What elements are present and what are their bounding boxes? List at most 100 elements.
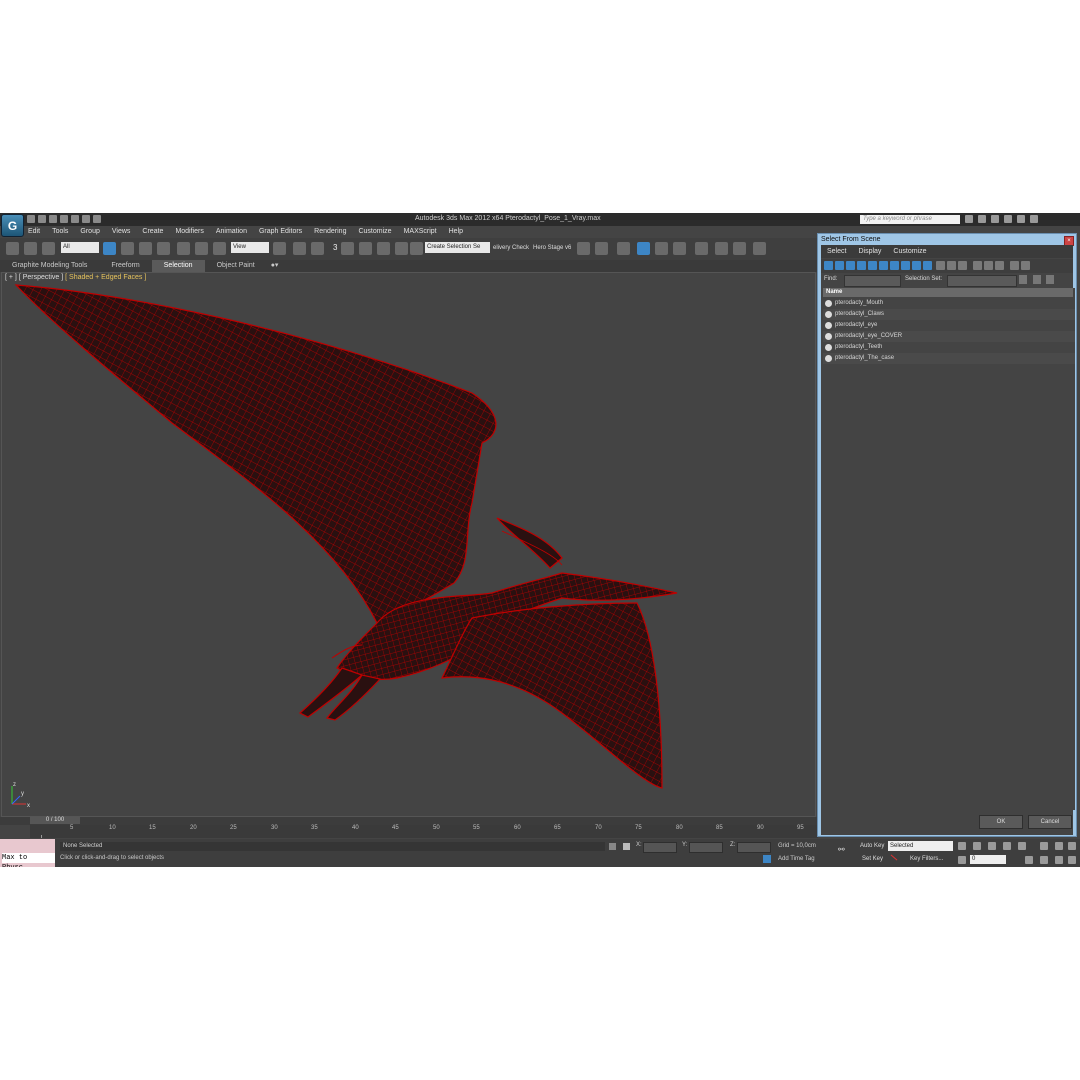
cancel-button[interactable]: Cancel	[1028, 815, 1072, 829]
percent-snap-icon[interactable]	[377, 242, 390, 255]
select-manipulate-icon[interactable]	[293, 242, 306, 255]
display-shapes-icon[interactable]	[835, 261, 844, 270]
play-icon[interactable]	[988, 842, 996, 850]
binoculars-icon[interactable]	[965, 215, 973, 223]
display-none-icon[interactable]	[947, 261, 956, 270]
help-icon[interactable]	[1004, 215, 1012, 223]
layer-manager-icon[interactable]	[617, 242, 630, 255]
reference-coordinate-dropdown[interactable]: View	[231, 242, 269, 253]
window-crossing-icon[interactable]	[157, 242, 170, 255]
close-icon[interactable]	[1030, 215, 1038, 223]
set-key-button[interactable]: Set Key	[862, 856, 883, 862]
scale-icon[interactable]	[213, 242, 226, 255]
menu-animation[interactable]: Animation	[210, 226, 253, 238]
align-icon[interactable]	[595, 242, 608, 255]
edit-named-selection-icon[interactable]	[410, 242, 423, 255]
dialog-menu-customize[interactable]: Customize	[887, 245, 932, 258]
maximize-viewport-icon[interactable]	[1068, 856, 1076, 864]
rectangular-region-icon[interactable]	[139, 242, 152, 255]
key-set-dropdown[interactable]: Selected	[888, 841, 953, 851]
delivery-check-label[interactable]: elivery Check	[493, 245, 529, 251]
open-file-icon[interactable]	[38, 215, 46, 223]
project-folder-icon[interactable]	[82, 215, 90, 223]
zoom-extents-icon[interactable]	[1068, 842, 1076, 850]
angle-snap-icon[interactable]	[359, 242, 372, 255]
minimize-icon[interactable]	[1017, 215, 1025, 223]
graphite-toggle-icon[interactable]	[637, 242, 650, 255]
workspace-icon[interactable]	[93, 215, 101, 223]
new-file-icon[interactable]	[27, 215, 35, 223]
time-slider-thumb[interactable]: 0 / 100	[30, 817, 80, 824]
display-bones-icon[interactable]	[912, 261, 921, 270]
hero-stage-label[interactable]: Hero Stage v6	[533, 245, 571, 251]
zoom-icon[interactable]	[1040, 842, 1048, 850]
communication-icon[interactable]	[978, 215, 986, 223]
select-none-icon[interactable]	[984, 261, 993, 270]
filter-icon[interactable]	[1010, 261, 1019, 270]
y-coord-field[interactable]	[689, 842, 723, 853]
dialog-menu-select[interactable]: Select	[821, 245, 852, 258]
render-teapot-icon[interactable]	[753, 242, 766, 255]
pterodactyl-wireframe[interactable]	[2, 273, 816, 817]
display-cameras-icon[interactable]	[857, 261, 866, 270]
schematic-view-icon[interactable]	[673, 242, 686, 255]
key-filters-button[interactable]: Key Filters...	[910, 856, 943, 862]
list-item[interactable]: pterodacty_Mouth	[823, 298, 1075, 309]
pivot-center-icon[interactable]	[273, 242, 286, 255]
display-spacewarps-icon[interactable]	[879, 261, 888, 270]
display-helpers-icon[interactable]	[868, 261, 877, 270]
menu-tools[interactable]: Tools	[46, 226, 74, 238]
favorites-star-icon[interactable]	[991, 215, 999, 223]
redo-icon[interactable]	[71, 215, 79, 223]
display-groups-icon[interactable]	[890, 261, 899, 270]
mirror-icon[interactable]	[577, 242, 590, 255]
list-item[interactable]: pterodactyl_eye_COVER	[823, 331, 1075, 342]
application-button[interactable]: G	[1, 214, 24, 237]
key-mode-toggle-icon[interactable]	[958, 856, 966, 864]
menu-group[interactable]: Group	[74, 226, 105, 238]
list-item[interactable]: pterodactyl_Claws	[823, 309, 1075, 320]
z-coord-field[interactable]	[737, 842, 771, 853]
ok-button[interactable]: OK	[979, 815, 1023, 829]
add-time-tag[interactable]: Add Time Tag	[778, 856, 815, 862]
filter-options-icon[interactable]	[1021, 261, 1030, 270]
x-coord-field[interactable]	[643, 842, 677, 853]
tab-selection[interactable]: Selection	[151, 260, 205, 272]
perspective-viewport[interactable]: [ + ] [ Perspective ] [ Shaded + Edged F…	[1, 272, 816, 817]
list-item[interactable]: pterodactyl_The_case	[823, 353, 1075, 364]
selection-set-dropdown[interactable]	[947, 275, 1017, 287]
menu-graph-editors[interactable]: Graph Editors	[253, 226, 308, 238]
rotate-icon[interactable]	[195, 242, 208, 255]
curve-editor-icon[interactable]	[655, 242, 668, 255]
display-all-icon[interactable]	[936, 261, 945, 270]
list-item[interactable]: pterodactyl_eye	[823, 320, 1075, 331]
menu-modifiers[interactable]: Modifiers	[169, 226, 209, 238]
tab-object-paint[interactable]: Object Paint	[205, 260, 267, 272]
menu-edit[interactable]: Edit	[22, 226, 46, 238]
menu-create[interactable]: Create	[136, 226, 169, 238]
track-bar[interactable]: 5 10 15 20 25 30 35 40 45 50 55 60 65 70…	[30, 825, 818, 838]
render-setup-icon[interactable]	[715, 242, 728, 255]
link-icon[interactable]	[6, 242, 19, 255]
save-selection-set-icon[interactable]	[1019, 275, 1027, 284]
time-slider[interactable]: 0 / 100	[0, 817, 818, 825]
dialog-menu-display[interactable]: Display	[852, 245, 887, 258]
display-invert-icon[interactable]	[958, 261, 967, 270]
menu-maxscript[interactable]: MAXScript	[398, 226, 443, 238]
display-lights-icon[interactable]	[846, 261, 855, 270]
display-xrefs-icon[interactable]	[901, 261, 910, 270]
selection-set-options-icon[interactable]	[1033, 275, 1041, 284]
current-frame-field[interactable]: 0	[970, 855, 1006, 864]
named-selection-dropdown[interactable]: Create Selection Se	[425, 242, 490, 253]
spinner-snap-icon[interactable]	[395, 242, 408, 255]
snaps-toggle[interactable]: 3	[333, 243, 337, 252]
auto-key-button[interactable]: Auto Key	[860, 843, 884, 849]
pan-icon[interactable]	[1040, 856, 1048, 864]
unlink-icon[interactable]	[24, 242, 37, 255]
key-icon[interactable]: ⚯	[838, 845, 845, 854]
key-mode-icon[interactable]	[890, 854, 898, 861]
menu-help[interactable]: Help	[443, 226, 469, 238]
go-to-end-icon[interactable]	[1018, 842, 1026, 850]
ribbon-options-icon[interactable]: ●▾	[267, 260, 283, 272]
list-item[interactable]: pterodactyl_Teeth	[823, 342, 1075, 353]
